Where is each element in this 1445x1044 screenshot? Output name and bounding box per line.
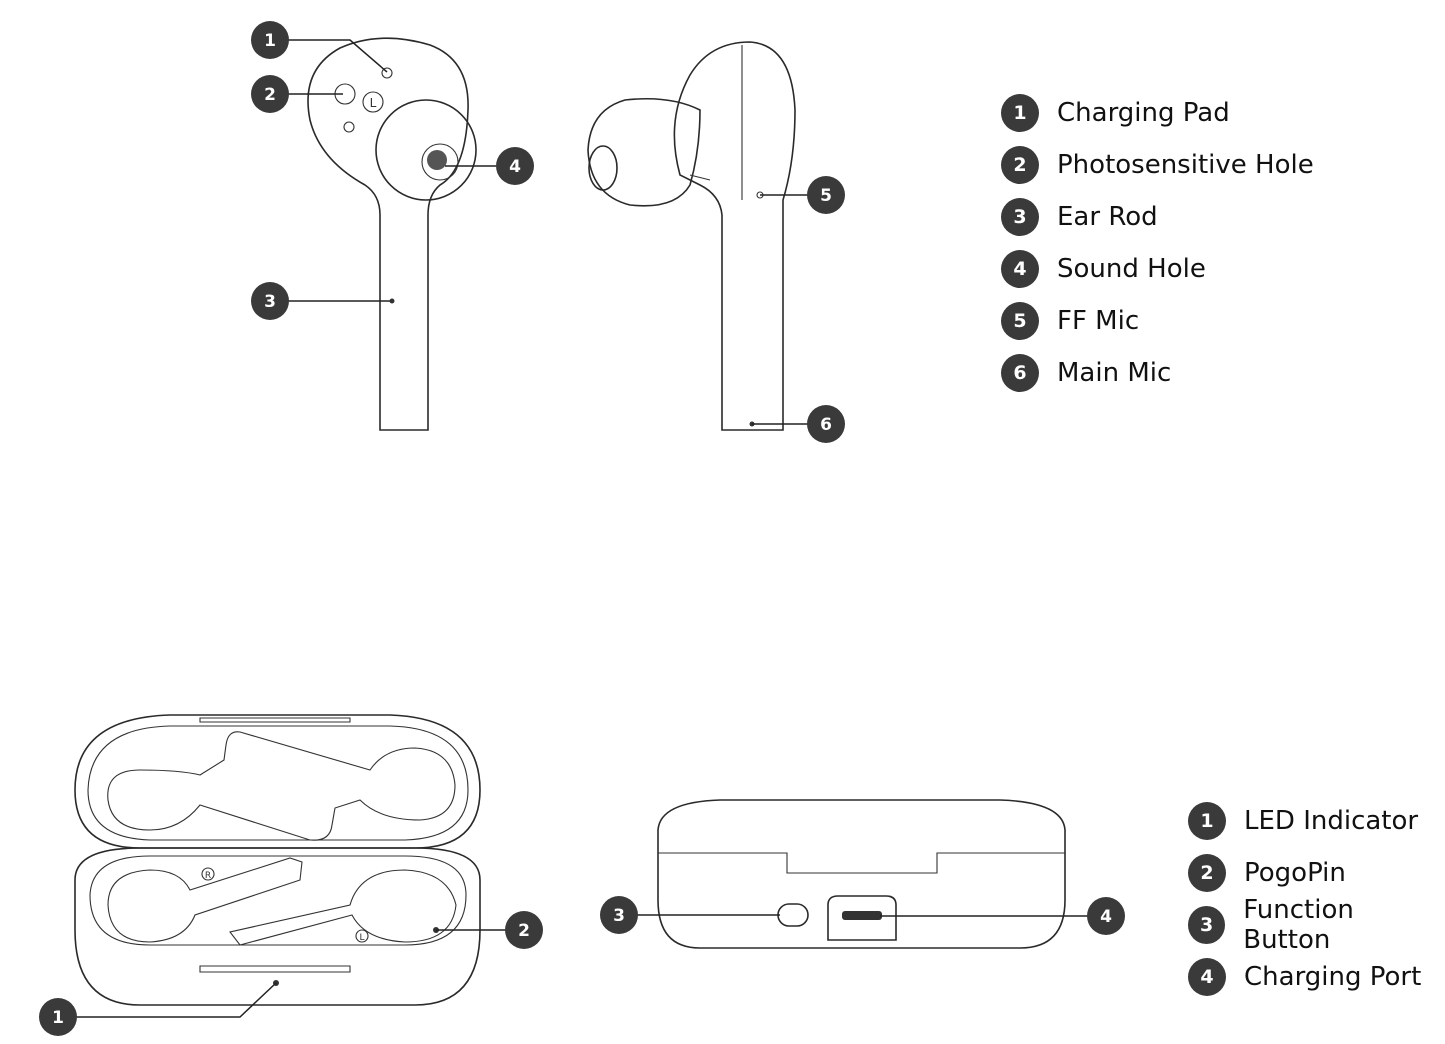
legend-number: 1 (1001, 94, 1039, 132)
legend-item: 3 Ear Rod (1001, 191, 1314, 243)
svg-text:1: 1 (52, 1008, 64, 1028)
legend-item: 4 Charging Port (1188, 951, 1445, 1003)
svg-text:4: 4 (509, 157, 521, 177)
legend-number: 2 (1001, 146, 1039, 184)
callout-2-pogopin: 2 (505, 911, 543, 949)
legend-item: 2 PogoPin (1188, 847, 1445, 899)
callout-2-photosensitive-hole: 2 (251, 75, 289, 113)
legend-item: 4 Sound Hole (1001, 243, 1314, 295)
case-legend: 1 LED Indicator 2 PogoPin 3 Function Button… (1188, 795, 1445, 1003)
earbud-legend: 1 Charging Pad 2 Photosensitive Hole 3 Ear … (1001, 87, 1314, 399)
callout-1-charging-pad: 1 (251, 21, 289, 59)
svg-text:2: 2 (518, 921, 530, 941)
callout-3-ear-rod: 3 (251, 282, 289, 320)
legend-item: 6 Main Mic (1001, 347, 1314, 399)
svg-text:3: 3 (613, 906, 625, 926)
legend-label: Charging Port (1244, 962, 1422, 992)
legend-label: Charging Pad (1057, 98, 1230, 128)
callout-4-sound-hole: 4 (496, 147, 534, 185)
case-left-mark: L (359, 933, 364, 943)
legend-item: 1 LED Indicator (1188, 795, 1445, 847)
product-diagram: L 1 2 3 4 5 6 R L 1 2 3 4 1 Charging Pad… (0, 0, 1445, 1044)
legend-label: Function Button (1243, 895, 1354, 955)
legend-label: FF Mic (1057, 306, 1140, 336)
legend-label: Main Mic (1057, 358, 1172, 388)
svg-text:4: 4 (1100, 907, 1112, 927)
case-right-mark: R (205, 871, 211, 881)
legend-number: 3 (1188, 906, 1226, 944)
callout-1-led-indicator: 1 (39, 998, 77, 1036)
legend-item: 1 Charging Pad (1001, 87, 1314, 139)
legend-label: Sound Hole (1057, 254, 1206, 284)
legend-item: 3 Function Button (1188, 895, 1445, 955)
svg-text:1: 1 (264, 31, 276, 51)
callout-3-function-button: 3 (600, 896, 638, 934)
legend-label: LED Indicator (1244, 806, 1419, 836)
svg-text:2: 2 (264, 85, 276, 105)
legend-number: 4 (1188, 958, 1226, 996)
left-mark: L (370, 96, 377, 110)
legend-item: 2 Photosensitive Hole (1001, 139, 1314, 191)
legend-number: 2 (1188, 854, 1226, 892)
legend-number: 1 (1188, 802, 1226, 840)
svg-text:5: 5 (820, 186, 832, 206)
legend-number: 6 (1001, 354, 1039, 392)
callout-5-ff-mic: 5 (807, 176, 845, 214)
earbud-side-view (587, 41, 796, 431)
callout-4-charging-port: 4 (1087, 897, 1125, 935)
legend-number: 3 (1001, 198, 1039, 236)
legend-number: 5 (1001, 302, 1039, 340)
svg-text:3: 3 (264, 292, 276, 312)
earbud-front-view: L (307, 37, 477, 431)
legend-number: 4 (1001, 250, 1039, 288)
closed-case (657, 799, 1066, 949)
legend-item: 5 FF Mic (1001, 295, 1314, 347)
open-case: R L (74, 714, 481, 1006)
legend-label: Ear Rod (1057, 202, 1158, 232)
legend-label: PogoPin (1244, 858, 1346, 888)
svg-text:6: 6 (820, 415, 832, 435)
callout-6-main-mic: 6 (807, 405, 845, 443)
legend-label: Photosensitive Hole (1057, 150, 1314, 180)
